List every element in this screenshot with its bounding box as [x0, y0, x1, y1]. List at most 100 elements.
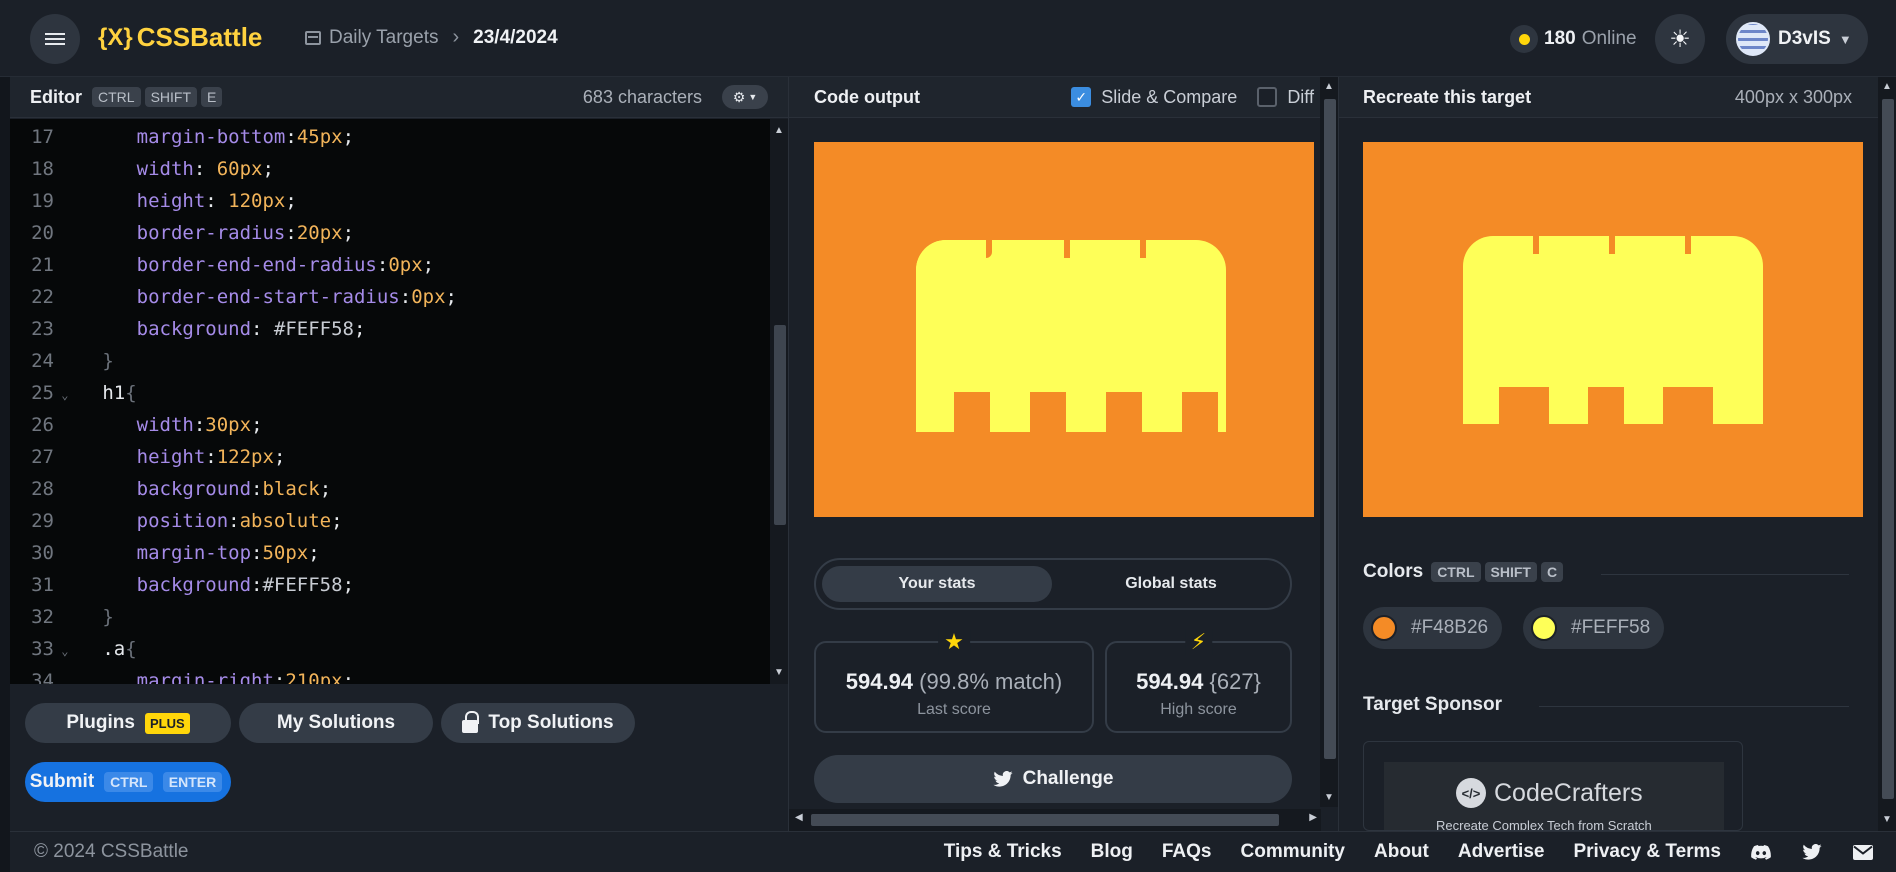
code-output-canvas[interactable] — [814, 142, 1314, 517]
code-token: ; — [331, 510, 343, 532]
menu-button[interactable] — [30, 14, 80, 64]
line-number: 19 — [31, 190, 54, 212]
slide-compare-checkbox[interactable]: ✓ — [1071, 87, 1092, 107]
footer-link-faqs[interactable]: FAQs — [1162, 841, 1212, 863]
code-token: 30px — [205, 414, 252, 436]
code-line[interactable]: 21 border-end-end-radius:0px; — [10, 249, 770, 281]
color-chip-orange[interactable]: #F48B26 — [1363, 607, 1503, 649]
footer-link-blog[interactable]: Blog — [1091, 841, 1133, 863]
last-score-card: ★ 594.94 (99.8% match) Last score — [814, 629, 1094, 733]
scrollbar-thumb[interactable] — [1882, 99, 1894, 799]
color-chip-yellow[interactable]: #FEFF58 — [1523, 607, 1665, 649]
code-line[interactable]: 22 border-end-start-radius:0px; — [10, 281, 770, 313]
code-line[interactable]: 32 } — [10, 601, 770, 633]
code-line[interactable]: 19 height: 120px; — [10, 185, 770, 217]
shortcut-key: SHIFT — [144, 87, 198, 107]
footer-link-tips[interactable]: Tips & Tricks — [944, 841, 1062, 863]
target-shape-gap — [1588, 387, 1624, 424]
scrollbar-thumb[interactable] — [1324, 99, 1336, 759]
code-line[interactable]: 28 background:black; — [10, 473, 770, 505]
sponsor-card[interactable]: </> CodeCrafters Recreate Complex Tech f… — [1363, 741, 1743, 831]
code-line[interactable]: 29 position:absolute; — [10, 505, 770, 537]
twitter-icon[interactable] — [1801, 843, 1823, 861]
output-vertical-scrollbar[interactable]: ▲ ▼ — [1320, 77, 1338, 807]
footer-link-advertise[interactable]: Advertise — [1458, 841, 1545, 863]
logo[interactable]: {X} CSSBattle — [98, 22, 262, 53]
line-number: 30 — [31, 542, 54, 564]
code-line[interactable]: 20 border-radius:20px; — [10, 217, 770, 249]
breadcrumb: Daily Targets › 23/4/2024 — [305, 26, 558, 49]
footer-link-about[interactable]: About — [1374, 841, 1429, 863]
code-line[interactable]: 34 margin-right:210px; — [10, 665, 770, 684]
editor-settings-button[interactable]: ⚙ ▼ — [722, 85, 768, 109]
code-line[interactable]: 17 margin-bottom:45px; — [10, 121, 770, 153]
code-line[interactable]: 31 background:#FEFF58; — [10, 569, 770, 601]
code-token: : — [205, 446, 217, 468]
scroll-left-icon[interactable]: ◀ — [795, 812, 803, 823]
code-line[interactable]: 23 background: #FEFF58; — [10, 313, 770, 345]
high-score-value: 594.94 {627} — [1136, 669, 1261, 694]
line-number: 21 — [31, 254, 54, 276]
scroll-up-icon[interactable]: ▲ — [1324, 81, 1334, 92]
avatar — [1736, 22, 1770, 56]
discord-icon[interactable] — [1750, 843, 1772, 861]
code-line[interactable]: 30 margin-top:50px; — [10, 537, 770, 569]
code-line[interactable]: 25 ⌄ h1{ — [10, 377, 770, 409]
submit-button[interactable]: Submit CTRL ENTER — [25, 762, 231, 802]
line-number: 20 — [31, 222, 54, 244]
code-line[interactable]: 26 width:30px; — [10, 409, 770, 441]
target-shape-gap — [1499, 387, 1549, 424]
footer-link-community[interactable]: Community — [1241, 841, 1346, 863]
tab-your-stats[interactable]: Your stats — [822, 566, 1052, 602]
diff-checkbox[interactable] — [1257, 87, 1278, 107]
email-icon[interactable] — [1852, 843, 1874, 861]
scrollbar-thumb[interactable] — [774, 325, 786, 525]
code-token: : — [376, 254, 389, 276]
scroll-down-icon[interactable]: ▼ — [1882, 814, 1892, 825]
scroll-right-icon[interactable]: ▶ — [1309, 812, 1317, 823]
code-line[interactable]: 33 ⌄ .a{ — [10, 633, 770, 665]
my-solutions-button[interactable]: My Solutions — [239, 703, 433, 743]
footer-link-privacy[interactable]: Privacy & Terms — [1573, 841, 1721, 863]
output-title: Code output — [814, 86, 920, 107]
output-shape-gap — [1106, 392, 1142, 432]
target-shape-gap — [1663, 387, 1713, 424]
output-horizontal-scrollbar[interactable]: ◀ ▶ — [789, 809, 1321, 831]
scroll-up-icon[interactable]: ▲ — [1882, 81, 1892, 92]
plus-badge: PLUS — [144, 712, 190, 734]
fold-chevron-icon[interactable]: ⌄ — [54, 379, 68, 411]
code-token: border-end-end-radius — [136, 254, 377, 276]
editor-header: Editor CTRL SHIFT E 683 characters ⚙ ▼ — [10, 77, 788, 118]
target-title: Recreate this target — [1363, 86, 1532, 107]
code-token: { — [125, 638, 137, 660]
breadcrumb-daily-targets[interactable]: Daily Targets — [329, 27, 438, 49]
shortcut-key: CTRL — [92, 87, 141, 107]
code-line[interactable]: 27 height:122px; — [10, 441, 770, 473]
scrollbar-thumb[interactable] — [811, 814, 1279, 826]
target-shape-notch — [1685, 234, 1691, 254]
online-count: 180 — [1544, 28, 1576, 49]
code-token: h1 — [102, 382, 126, 404]
code-token: 210px — [285, 670, 343, 684]
scroll-up-icon[interactable]: ▲ — [774, 125, 784, 136]
slide-compare-label[interactable]: Slide & Compare — [1101, 87, 1237, 108]
tab-global-stats[interactable]: Global stats — [1056, 566, 1286, 602]
code-token: margin-right — [136, 670, 274, 684]
code-line[interactable]: 24 } — [10, 345, 770, 377]
code-editor[interactable]: 34 margin-right:210px; 33 ⌄ .a{32 } 31 bac… — [10, 119, 788, 684]
diff-label[interactable]: Diff — [1287, 87, 1314, 108]
theme-toggle-button[interactable]: ☀ — [1655, 14, 1705, 64]
top-solutions-button[interactable]: Top Solutions — [441, 703, 635, 743]
target-vertical-scrollbar[interactable]: ▲ ▼ — [1878, 77, 1896, 831]
user-menu-button[interactable]: D3vIS ▼ — [1726, 14, 1868, 64]
code-token: } — [102, 606, 114, 628]
shortcut-key: SHIFT — [1484, 562, 1537, 582]
code-line[interactable]: 18 width: 60px; — [10, 153, 770, 185]
editor-scrollbar[interactable]: ▲ ▼ — [770, 119, 788, 684]
breadcrumb-current-date: 23/4/2024 — [473, 26, 558, 48]
fold-chevron-icon[interactable]: ⌄ — [54, 635, 68, 667]
challenge-button[interactable]: Challenge — [814, 755, 1292, 803]
scroll-down-icon[interactable]: ▼ — [1324, 792, 1334, 803]
plugins-button[interactable]: Plugins PLUS — [25, 703, 231, 743]
scroll-down-icon[interactable]: ▼ — [774, 667, 784, 678]
